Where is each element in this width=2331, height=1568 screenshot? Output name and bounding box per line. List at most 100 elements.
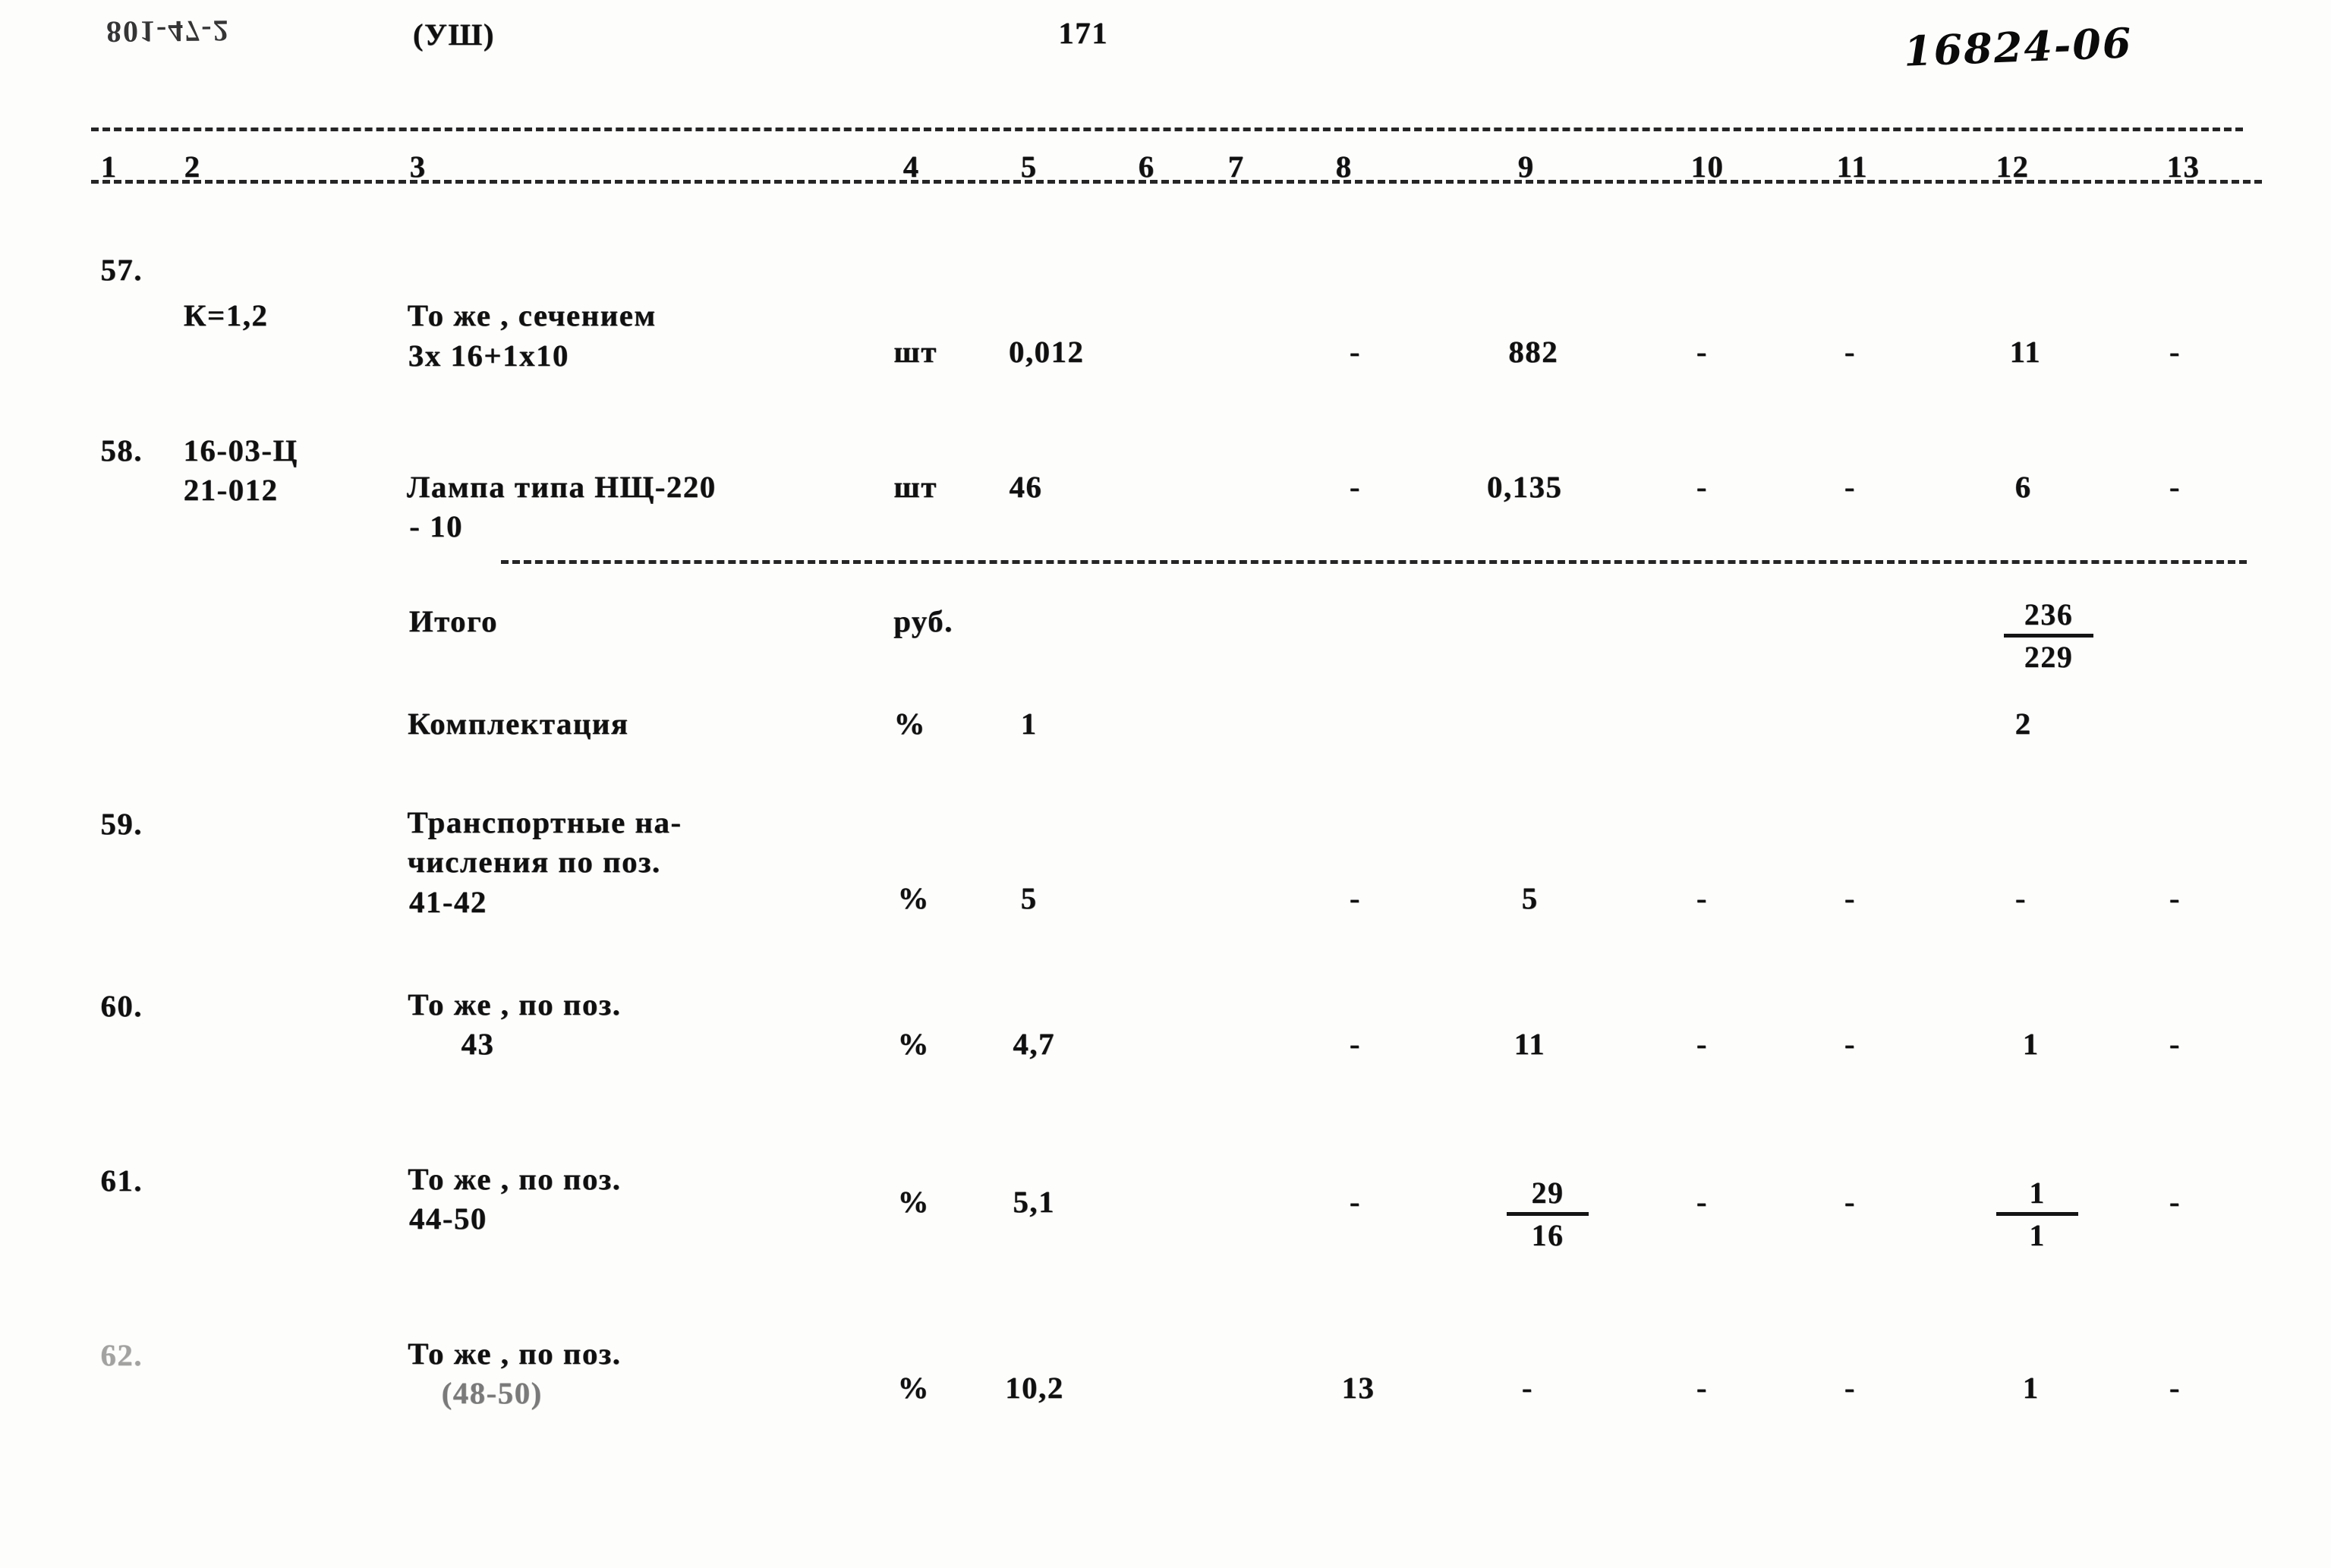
row-62-unit: % [897, 1371, 930, 1405]
col-header-1: 1 [100, 150, 118, 184]
row-61-col11: - [1844, 1185, 1856, 1219]
row-59-col13: - [2169, 881, 2181, 915]
fraction-bar [1996, 1212, 2078, 1216]
row-57-name-line-2: 3х 16+1х10 [408, 338, 569, 373]
row-58-col8: - [1349, 470, 1361, 504]
row-58-name-line-1: Лампа типа НЩ-220 [407, 470, 717, 504]
page-number: 171 [1058, 16, 1109, 50]
row-61-number: 61. [100, 1163, 143, 1198]
row-59-col10: - [1696, 881, 1708, 915]
itogo-col12-numerator: 236 [2024, 597, 2074, 631]
rule-header-numbers [91, 180, 2262, 184]
row-60-number: 60. [100, 989, 143, 1023]
col-header-12: 12 [1996, 150, 2030, 184]
row-57-col13: - [2169, 335, 2181, 369]
row-61-name-line-2: 44-50 [408, 1201, 487, 1236]
row-60-name-line-2: 43 [461, 1027, 495, 1061]
row-59-name-line-3: 41-42 [408, 885, 487, 919]
row-57-col9: 882 [1508, 335, 1559, 369]
row-61-col9-numerator: 29 [1531, 1176, 1564, 1210]
row-57-col5: 0,012 [1009, 335, 1085, 369]
col-header-13: 13 [2166, 150, 2200, 184]
row-58-number: 58. [100, 433, 143, 468]
col-header-11: 11 [1836, 150, 1869, 184]
col-header-5: 5 [1020, 150, 1038, 184]
row-62-col8: 13 [1341, 1371, 1375, 1405]
fraction-bar [2004, 634, 2093, 638]
col-header-10: 10 [1690, 150, 1725, 184]
row-62-col9: - [1521, 1371, 1533, 1405]
row-57-col10: - [1696, 335, 1708, 369]
komplektacia-col12: 2 [2014, 707, 2032, 741]
col-header-9: 9 [1517, 150, 1535, 184]
row-61-col10: - [1696, 1185, 1708, 1219]
row-61-unit: % [897, 1185, 930, 1219]
row-58-col12: 6 [2014, 470, 2032, 504]
row-60-col9: 11 [1514, 1027, 1546, 1061]
row-59-col11: - [1844, 881, 1856, 915]
row-59-unit: % [897, 881, 930, 915]
handwritten-reference: 16824-06 [1902, 18, 2134, 76]
row-58-unit: шт [893, 470, 937, 504]
row-58-col10: - [1696, 470, 1708, 504]
itogo-unit: руб. [893, 604, 953, 638]
scanned-page: 801-47-2 (УШ) 171 16824-06 1 2 3 4 5 6 7… [0, 0, 2331, 1568]
row-59-col12: - [2014, 881, 2027, 915]
row-62-name-line-1: То же , по поз. [408, 1337, 622, 1371]
row-61-col5: 5,1 [1013, 1185, 1056, 1219]
itogo-col12-denominator: 229 [2024, 640, 2074, 674]
row-60-col11: - [1844, 1027, 1856, 1061]
row-59-col8: - [1349, 881, 1361, 915]
row-62-col13: - [2169, 1371, 2181, 1405]
row-60-unit: % [897, 1027, 930, 1061]
row-57-col11: - [1844, 335, 1856, 369]
col-header-8: 8 [1335, 150, 1353, 184]
row-58-col9: 0,135 [1487, 470, 1563, 504]
col-header-3: 3 [409, 150, 427, 184]
row-58-col5: 46 [1009, 470, 1043, 504]
col-header-7: 7 [1227, 150, 1245, 184]
itogo-col12-fraction: 236 229 [2004, 597, 2093, 675]
row-57-unit: шт [893, 335, 937, 369]
row-62-col10: - [1696, 1371, 1708, 1405]
row-60-col8: - [1349, 1027, 1361, 1061]
col-header-2: 2 [184, 150, 201, 184]
row-59-number: 59. [100, 807, 143, 841]
row-57-name-line-1: То же , сечением [407, 298, 657, 332]
document-code-stamp: 801-47-2 [106, 14, 230, 49]
rule-before-totals [501, 560, 2247, 564]
row-60-col13: - [2169, 1027, 2181, 1061]
col-header-6: 6 [1138, 150, 1155, 184]
row-60-col5: 4,7 [1013, 1027, 1056, 1061]
row-61-col12-numerator: 1 [2029, 1176, 2046, 1210]
row-58-code-line-2: 21-012 [183, 473, 279, 507]
row-61-col9-fraction: 29 16 [1507, 1175, 1589, 1253]
row-60-col10: - [1696, 1027, 1708, 1061]
row-61-col13: - [2169, 1185, 2181, 1219]
row-62-name-line-2: (48-50) [441, 1376, 543, 1410]
row-61-name-line-1: То же , по поз. [408, 1162, 622, 1196]
row-59-col5: 5 [1020, 881, 1038, 915]
row-61-col12-denominator: 1 [2029, 1218, 2046, 1252]
row-62-number: 62. [100, 1338, 143, 1372]
komplektacia-col5: 1 [1020, 707, 1038, 741]
komplektacia-label: Комплектация [408, 707, 629, 741]
rule-top [91, 128, 2243, 131]
row-58-code-line-1: 16-03-Ц [183, 433, 298, 468]
row-61-col8: - [1349, 1185, 1361, 1219]
row-59-name-line-1: Транспортные на- [407, 805, 682, 839]
row-62-col5: 10,2 [1005, 1371, 1064, 1405]
row-59-col9: 5 [1521, 881, 1539, 915]
col-header-4: 4 [902, 150, 920, 184]
series-mark: (УШ) [412, 17, 495, 52]
row-57-col8: - [1349, 335, 1361, 369]
row-59-name-line-2: числения по поз. [407, 845, 661, 879]
komplektacia-unit: % [893, 707, 926, 741]
row-58-name-line-2: - 10 [409, 509, 464, 543]
row-61-col9-denominator: 16 [1531, 1218, 1564, 1252]
page-sheet: 801-47-2 (УШ) 171 16824-06 1 2 3 4 5 6 7… [0, 0, 2331, 1568]
row-62-col11: - [1844, 1371, 1856, 1405]
itogo-label: Итого [408, 604, 499, 638]
row-61-col12-fraction: 1 1 [1996, 1175, 2078, 1253]
row-57-code-line-2: К=1,2 [183, 298, 269, 332]
